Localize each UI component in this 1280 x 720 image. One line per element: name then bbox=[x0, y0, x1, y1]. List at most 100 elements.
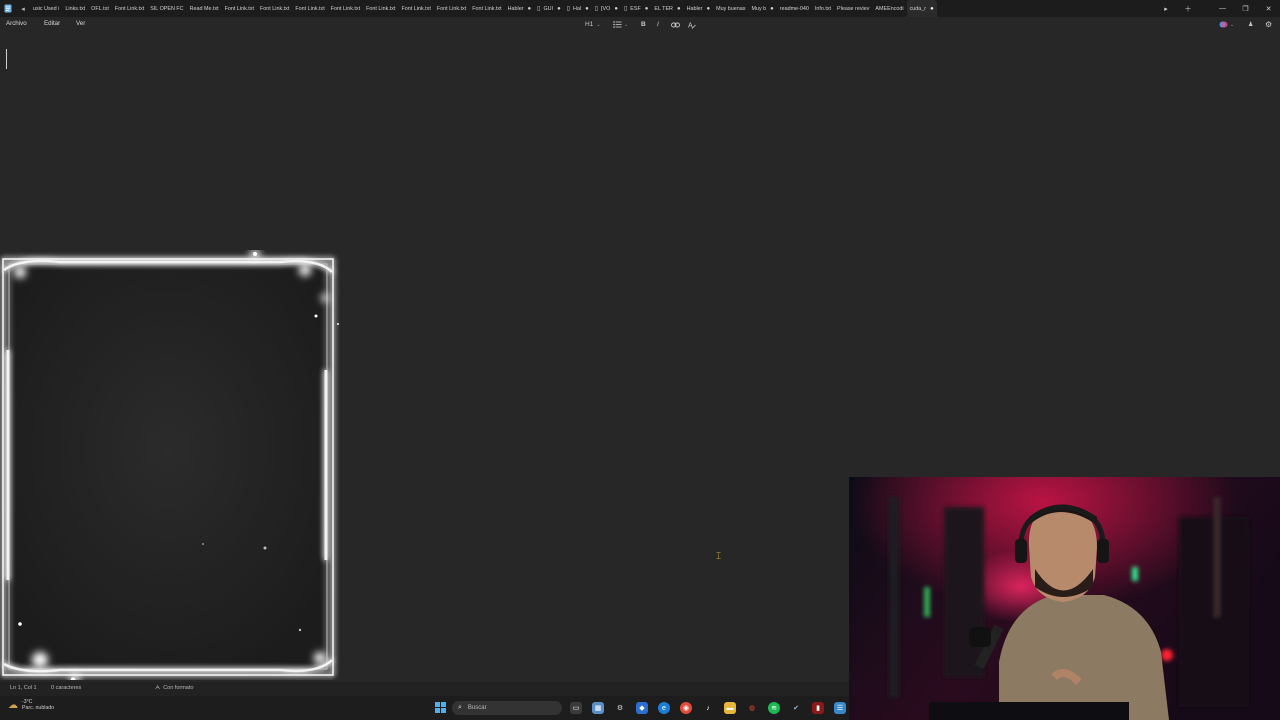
unsaved-dot-icon[interactable]: ● bbox=[677, 6, 681, 12]
close-window-button[interactable]: ✕ bbox=[1257, 0, 1280, 17]
heading-dropdown[interactable]: H1 ⌄ bbox=[585, 19, 601, 30]
tab-5[interactable]: Read Me.txt bbox=[187, 0, 222, 17]
gear-icon: ⚙ bbox=[1265, 20, 1273, 29]
tab-23[interactable]: readme-040 bbox=[777, 0, 812, 17]
tab-14[interactable]: Habler ● bbox=[505, 0, 535, 17]
tab-label: Read Me.txt bbox=[189, 5, 219, 12]
char-count: 0 caracteres bbox=[51, 685, 82, 691]
maximize-button[interactable]: ❐ bbox=[1234, 0, 1257, 17]
format-label: Con formato bbox=[163, 685, 194, 691]
store-icon[interactable]: ▦ bbox=[592, 702, 604, 714]
windows-start-icon[interactable] bbox=[435, 702, 446, 713]
file-icon: ▯ bbox=[623, 6, 628, 12]
account-button[interactable]: ♟ bbox=[1248, 19, 1253, 30]
weather-desc: Parc. nublado bbox=[22, 705, 55, 711]
task-view-icon[interactable]: ▭ bbox=[570, 702, 582, 714]
file-icon: ▯ bbox=[537, 6, 541, 12]
new-tab-button[interactable]: ＋ bbox=[1177, 0, 1199, 17]
adobe-app-icon[interactable]: ▮ bbox=[812, 702, 824, 714]
tab-bar: ◂ usic Used i Links.txt OFL.txt Font Link.t… bbox=[0, 0, 1280, 17]
tab-1[interactable]: Links.txt bbox=[62, 0, 88, 17]
menu-archivo[interactable]: Archivo bbox=[6, 20, 27, 27]
link-button[interactable] bbox=[671, 19, 680, 30]
tab-11[interactable]: Font Link.txt bbox=[399, 0, 434, 17]
format-toggle[interactable]: ᗅ Con formato bbox=[155, 685, 193, 692]
tab-label: Muy buenas bbox=[716, 5, 746, 12]
steam-icon[interactable]: ✔ bbox=[790, 702, 802, 714]
scroll-tabs-left-icon[interactable]: ◂ bbox=[16, 0, 30, 17]
tiktok-icon[interactable]: ♪ bbox=[702, 702, 714, 714]
tab-21[interactable]: Muy buenas bbox=[713, 0, 748, 17]
edge-icon[interactable]: e bbox=[658, 702, 670, 714]
tab-25[interactable]: Please reviev bbox=[834, 0, 872, 17]
unsaved-dot-icon[interactable]: ● bbox=[645, 6, 649, 12]
tab-20[interactable]: Habler ● bbox=[684, 0, 714, 17]
menu-ver[interactable]: Ver bbox=[76, 20, 85, 27]
tab-13[interactable]: Font Link.txt bbox=[469, 0, 504, 17]
tab-15[interactable]: ▯ GUI ● bbox=[534, 0, 564, 17]
tab-label: cuda_r bbox=[909, 5, 927, 12]
tab-17[interactable]: ▯ [VO ● bbox=[592, 0, 621, 17]
tab-18[interactable]: ▯ ESF ● bbox=[621, 0, 651, 17]
recording-icon[interactable]: ◍ bbox=[746, 702, 758, 714]
settings-app-icon[interactable]: ⚙ bbox=[614, 702, 626, 714]
menu-editar[interactable]: Editar bbox=[44, 20, 60, 27]
notepad-taskbar-icon[interactable]: ☰ bbox=[834, 702, 846, 714]
tab-label: readme-040 bbox=[779, 5, 809, 12]
bell-icon: ♟ bbox=[1248, 22, 1254, 28]
tab-24[interactable]: Info.txt bbox=[812, 0, 834, 17]
tab-19[interactable]: EL TER ● bbox=[651, 0, 683, 17]
tab-10[interactable]: Font Link.txt bbox=[363, 0, 398, 17]
file-explorer-icon[interactable]: ▬ bbox=[724, 702, 736, 714]
tab-6[interactable]: Font Link.txt bbox=[222, 0, 257, 17]
copilot-app-icon[interactable]: ◆ bbox=[636, 702, 648, 714]
taskbar-search[interactable]: ⌕ Buscar bbox=[452, 701, 562, 715]
tab-12[interactable]: Font Link.txt bbox=[434, 0, 469, 17]
tab-2[interactable]: OFL.txt bbox=[88, 0, 112, 17]
tab-26[interactable]: AMEEncodi bbox=[872, 0, 906, 17]
clear-format-button[interactable]: A bbox=[688, 19, 696, 30]
stream-frame-overlay bbox=[0, 249, 342, 683]
tab-22[interactable]: Muy b ● bbox=[748, 0, 776, 17]
tab-label: EL TER bbox=[654, 5, 673, 12]
unsaved-dot-icon[interactable]: ● bbox=[614, 6, 618, 12]
unsaved-dot-icon[interactable]: ● bbox=[528, 6, 532, 12]
weather-widget[interactable]: ☁ -3°C Parc. nublado bbox=[8, 699, 54, 711]
tab-label: Font Link.txt bbox=[472, 5, 502, 12]
windows-taskbar: ☁ -3°C Parc. nublado ⌕ Buscar ▭ ▦ ⚙ ◆ e … bbox=[0, 696, 849, 720]
tab-7[interactable]: Font Link.txt bbox=[257, 0, 292, 17]
notepad-icon[interactable] bbox=[0, 0, 16, 17]
spotify-icon[interactable]: ≋ bbox=[768, 702, 780, 714]
settings-button[interactable]: ⚙ bbox=[1265, 19, 1272, 30]
scroll-tabs-right-icon[interactable]: ▸ bbox=[1155, 0, 1177, 17]
unsaved-dot-icon[interactable]: ● bbox=[770, 6, 774, 12]
status-bar: Ln 1, Col 1 0 caracteres ᗅ Con formato bbox=[0, 682, 849, 696]
italic-icon: I bbox=[657, 21, 659, 28]
tab-label: Muy b bbox=[751, 5, 767, 12]
list-icon bbox=[613, 21, 622, 28]
tab-8[interactable]: Font Link.txt bbox=[292, 0, 327, 17]
unsaved-dot-icon[interactable]: ● bbox=[557, 6, 561, 12]
chrome-icon[interactable]: ◉ bbox=[680, 702, 692, 714]
unsaved-dot-icon[interactable]: ● bbox=[585, 6, 589, 12]
bold-button[interactable]: B bbox=[641, 19, 646, 30]
tab-3[interactable]: Font Link.txt bbox=[112, 0, 147, 17]
copilot-button[interactable]: ⌄ bbox=[1219, 19, 1234, 30]
link-icon bbox=[671, 22, 680, 27]
tab-label: [VO bbox=[601, 5, 611, 12]
minimize-button[interactable]: — bbox=[1211, 0, 1234, 17]
tab-label: Font Link.txt bbox=[295, 5, 325, 12]
tab-0[interactable]: usic Used i bbox=[30, 0, 62, 17]
tab-4[interactable]: SIL OPEN FC bbox=[147, 0, 186, 17]
chevron-down-icon: ⌄ bbox=[1230, 21, 1235, 28]
tab-9[interactable]: Font Link.txt bbox=[328, 0, 363, 17]
unsaved-dot-icon[interactable]: ● bbox=[706, 6, 710, 12]
tab-27[interactable]: cuda_r ● bbox=[906, 0, 937, 17]
italic-button[interactable]: I bbox=[657, 19, 659, 30]
tab-16[interactable]: ▯ Hal ● bbox=[564, 0, 592, 17]
unsaved-dot-icon[interactable]: ● bbox=[930, 6, 934, 12]
copilot-icon bbox=[1219, 21, 1228, 28]
tab-label: Font Link.txt bbox=[366, 5, 396, 12]
list-button[interactable]: ⌄ bbox=[613, 19, 628, 30]
heading-label: H1 bbox=[585, 21, 594, 28]
